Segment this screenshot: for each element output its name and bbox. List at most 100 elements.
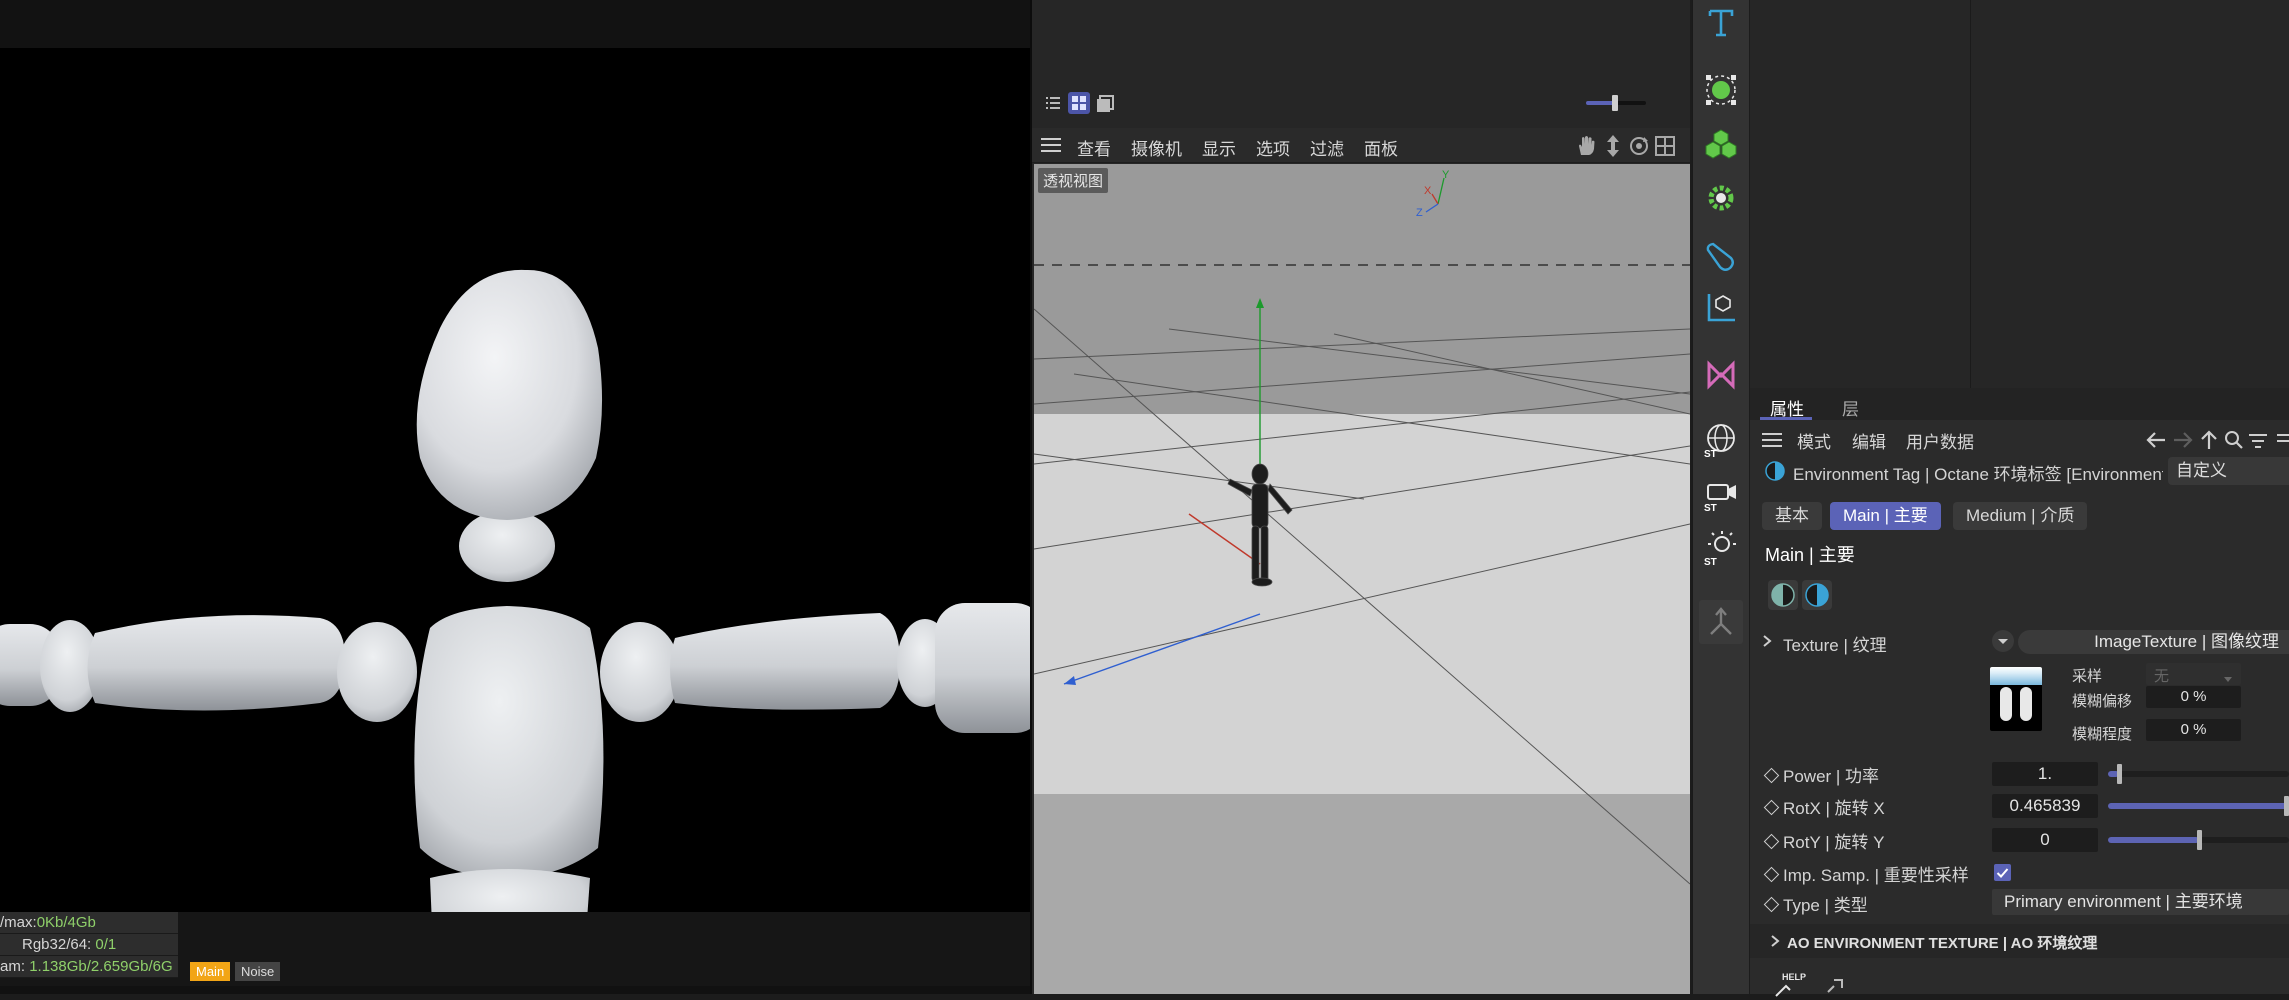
attr-menu-mode[interactable]: 模式 bbox=[1797, 428, 1831, 453]
tab-layers[interactable]: 层 bbox=[1842, 395, 1859, 420]
list-view-icon[interactable] bbox=[1042, 92, 1064, 114]
ao-expand-chevron-icon bbox=[1770, 934, 1780, 953]
rotate-view-icon[interactable] bbox=[1628, 135, 1650, 162]
viewport-name-label: 透视视图 bbox=[1038, 168, 1109, 193]
vram-stat-value: 0Kb/4Gb bbox=[36, 914, 96, 931]
render-canvas[interactable] bbox=[0, 48, 1030, 912]
single-view-icon[interactable] bbox=[1094, 92, 1116, 114]
gear-deformer-icon[interactable] bbox=[1699, 176, 1743, 220]
spline-generator-icon[interactable] bbox=[1699, 68, 1743, 112]
menu-display[interactable]: 显示 bbox=[1202, 135, 1236, 160]
texture-expand-chevron-icon[interactable] bbox=[1762, 634, 1772, 653]
tab-basic[interactable]: 基本 bbox=[1762, 502, 1822, 530]
st-sphere-icon[interactable]: ST bbox=[1699, 418, 1743, 462]
text-tool-icon[interactable] bbox=[1699, 0, 1743, 44]
attr-menu-edit[interactable]: 编辑 bbox=[1852, 428, 1886, 453]
roty-keyframe-icon[interactable] bbox=[1763, 833, 1780, 850]
menu-panel[interactable]: 面板 bbox=[1364, 135, 1398, 160]
rotx-label: RotX | 旋转 X bbox=[1783, 799, 1885, 818]
sample-label: 采样 bbox=[2072, 668, 2103, 685]
roty-slider[interactable] bbox=[2108, 830, 2289, 850]
menu-options[interactable]: 选项 bbox=[1256, 135, 1290, 160]
power-keyframe-icon[interactable] bbox=[1763, 767, 1780, 784]
rotx-keyframe-icon[interactable] bbox=[1763, 799, 1780, 816]
pan-hand-icon[interactable] bbox=[1575, 135, 1597, 162]
grid-view-icon[interactable] bbox=[1068, 92, 1090, 114]
section-title: Main | 主要 bbox=[1765, 545, 1855, 565]
move-arrows-icon[interactable] bbox=[1602, 134, 1624, 163]
menu-camera[interactable]: 摄像机 bbox=[1131, 135, 1182, 160]
zoom-slider-track[interactable] bbox=[1616, 101, 1646, 105]
viewport-layout-toolbar bbox=[1032, 82, 1690, 122]
sample-dropdown[interactable]: 无 bbox=[2146, 663, 2241, 685]
viewport-canvas[interactable]: Y X Z 透视视图 bbox=[1034, 164, 1690, 994]
texture-dropdown-icon[interactable] bbox=[1992, 630, 2014, 652]
back-arrow-icon[interactable] bbox=[2145, 430, 2167, 455]
render-view-panel: /max:0Kb/4Gb Rgb32/64: 0/1 am: 1.138Gb/2… bbox=[0, 0, 1030, 994]
menu-filter[interactable]: 过滤 bbox=[1310, 135, 1344, 160]
up-arrow-icon[interactable] bbox=[2199, 429, 2219, 456]
rgb-stat-value: 0/1 bbox=[95, 936, 117, 953]
attributes-panel: 属性 层 模式 编辑 用户数据 Environment Tag | Octane… bbox=[1750, 388, 2289, 997]
blur-offset-field[interactable]: 0 % bbox=[2146, 686, 2241, 708]
render-tab-main[interactable]: Main bbox=[190, 962, 231, 981]
preview-toggle-env[interactable] bbox=[1802, 580, 1832, 610]
viewport-menubar: 查看 摄像机 显示 选项 过滤 面板 bbox=[1032, 128, 1690, 163]
attr-menu-userdata[interactable]: 用户数据 bbox=[1906, 428, 1974, 453]
tag-icon[interactable] bbox=[1699, 234, 1743, 278]
gizmo-y-label: Y bbox=[1442, 169, 1450, 181]
menu-view[interactable]: 查看 bbox=[1077, 135, 1111, 160]
environment-tag-icon bbox=[1765, 461, 1785, 481]
mograph-icon[interactable] bbox=[1699, 352, 1743, 396]
cube-cloner-icon[interactable] bbox=[1699, 122, 1743, 166]
tab-medium[interactable]: Medium | 介质 bbox=[1953, 502, 2088, 530]
blur-amount-field[interactable]: 0 % bbox=[2146, 719, 2241, 741]
search-icon[interactable] bbox=[2224, 430, 2244, 455]
render-tab-noise[interactable]: Noise bbox=[235, 962, 281, 981]
st-badge-camera: ST bbox=[1704, 503, 1717, 513]
gizmo-z-label: Z bbox=[1416, 207, 1423, 219]
help-icon[interactable]: HELP bbox=[1772, 972, 1812, 997]
type-label: Type | 类型 bbox=[1783, 896, 1868, 915]
custom-button[interactable]: 自定义 bbox=[2168, 457, 2289, 485]
texture-value-button[interactable]: ImageTexture | 图像纹理 bbox=[2018, 630, 2289, 654]
hamburger-menu-icon[interactable] bbox=[1041, 137, 1061, 158]
roty-field[interactable]: 0 bbox=[1992, 828, 2098, 852]
st-camera-icon[interactable]: ST bbox=[1699, 472, 1743, 516]
rotx-field[interactable]: 0.465839 bbox=[1992, 794, 2098, 818]
rotx-slider[interactable] bbox=[2108, 796, 2289, 816]
preview-toggle-half[interactable] bbox=[1768, 580, 1798, 610]
power-slider[interactable] bbox=[2108, 764, 2289, 784]
roty-label: RotY | 旋转 Y bbox=[1783, 833, 1885, 852]
type-keyframe-icon[interactable] bbox=[1763, 896, 1780, 913]
tool-palette: ST ST ST bbox=[1692, 0, 1749, 994]
tab-main[interactable]: Main | 主要 bbox=[1830, 502, 1941, 530]
render-stats: /max:0Kb/4Gb Rgb32/64: 0/1 am: 1.138Gb/2… bbox=[0, 912, 1030, 994]
power-field[interactable]: 1. bbox=[1992, 762, 2098, 786]
imp-samp-keyframe-icon[interactable] bbox=[1763, 866, 1780, 883]
imp-samp-checkbox[interactable] bbox=[1994, 864, 2011, 881]
texture-thumbnail[interactable] bbox=[1990, 667, 2042, 731]
object-title: Environment Tag | Octane 环境标签 [Environme… bbox=[1793, 465, 2163, 484]
type-dropdown[interactable]: Primary environment | 主要环境 bbox=[1992, 889, 2289, 915]
joint-icon[interactable] bbox=[1699, 600, 1743, 644]
mannequin-render bbox=[0, 269, 1030, 912]
maximize-view-icon[interactable] bbox=[1654, 135, 1676, 162]
st-light-icon[interactable]: ST bbox=[1699, 526, 1743, 570]
filter-icon[interactable] bbox=[2248, 432, 2268, 455]
zoom-slider-knob[interactable] bbox=[1612, 95, 1618, 111]
coordinate-icon[interactable] bbox=[1699, 286, 1743, 330]
gizmo-x-label: X bbox=[1424, 185, 1432, 197]
forward-arrow-icon[interactable] bbox=[2172, 430, 2194, 455]
rotx-slider-knob[interactable] bbox=[2284, 796, 2289, 816]
power-slider-knob[interactable] bbox=[2116, 764, 2122, 784]
link-icon[interactable] bbox=[1824, 976, 1848, 999]
attr-hamburger-icon[interactable] bbox=[1762, 432, 1782, 453]
sample-value: 无 bbox=[2154, 668, 2170, 685]
object-manager-divider[interactable] bbox=[1970, 0, 1971, 388]
vram-stat-label: /max: bbox=[0, 914, 37, 931]
st-badge-light: ST bbox=[1704, 557, 1717, 567]
ao-section-header[interactable]: AO ENVIRONMENT TEXTURE | AO 环境纹理 bbox=[1750, 924, 2289, 958]
lock-icon[interactable] bbox=[2275, 432, 2289, 448]
roty-slider-knob[interactable] bbox=[2196, 830, 2202, 850]
